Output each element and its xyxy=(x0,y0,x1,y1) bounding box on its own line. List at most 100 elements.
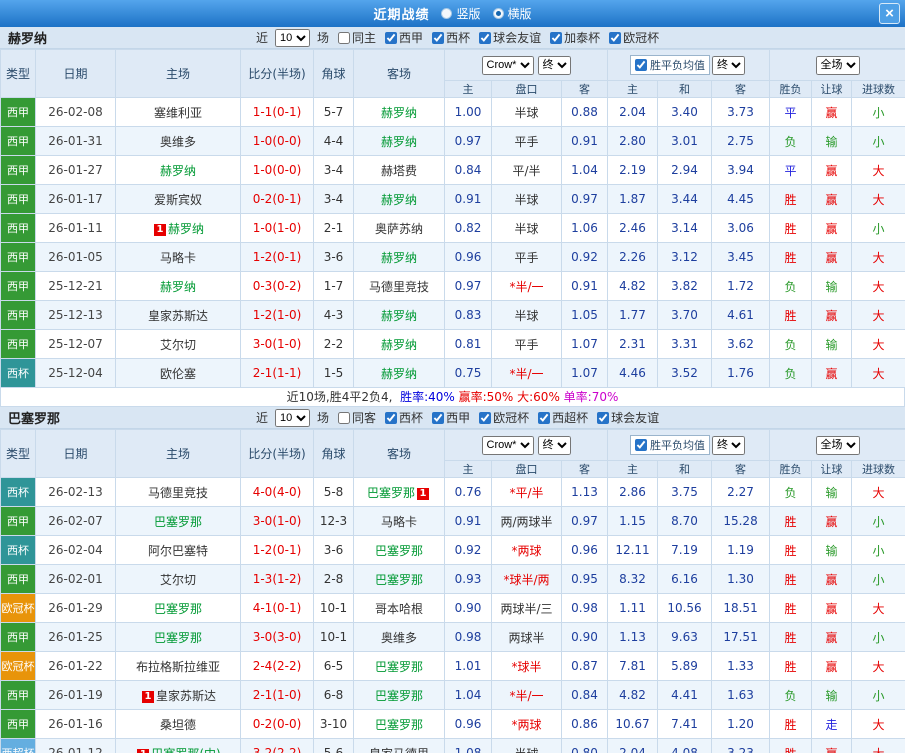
asia-away-odds: 1.04 xyxy=(560,155,609,185)
filter-checkbox[interactable]: 西杯 xyxy=(432,29,470,46)
match-row: 西甲 26-01-25 巴塞罗那 3-0(3-0) 10-1 奥维多 0.98 两球半 0.90… xyxy=(0,622,905,652)
away-team-name: 赫罗纳 xyxy=(380,366,417,381)
league-badge: 西甲 xyxy=(0,184,36,214)
filter-checkbox[interactable]: 西甲 xyxy=(385,29,423,46)
home-team: 阿尔巴塞特 xyxy=(115,535,241,565)
checkbox-label: 西杯 xyxy=(399,411,424,425)
fulltime-select[interactable]: 全场 xyxy=(815,55,860,75)
away-team-name: 赫罗纳 xyxy=(380,105,417,120)
handicap: *球半 xyxy=(491,651,562,681)
home-team-name: 艾尔切 xyxy=(159,572,196,587)
final-odds-select[interactable]: 终 xyxy=(712,55,746,75)
home-team: 艾尔切 xyxy=(115,329,241,359)
league-badge: 西甲 xyxy=(0,709,36,739)
match-row: 西甲 26-01-17 爱斯宾奴 0-2(0-1) 3-4 赫罗纳 0.91 半球 0.97 1.… xyxy=(0,184,905,214)
euro-away-odds: 4.45 xyxy=(711,184,771,214)
final-odds-select[interactable]: 终 xyxy=(537,435,571,455)
checkbox-input[interactable] xyxy=(635,59,648,71)
away-team-name: 巴塞罗那 xyxy=(374,717,423,732)
match-date: 26-02-04 xyxy=(35,535,116,565)
checkbox-input[interactable] xyxy=(432,31,445,44)
euro-home-odds: 8.32 xyxy=(607,564,659,594)
match-date: 26-01-11 xyxy=(35,213,116,243)
checkbox-input[interactable] xyxy=(538,411,551,424)
euro-draw-odds: 9.63 xyxy=(657,622,713,652)
filter-bar: 近 10 场 同主 西甲 西杯 球会友谊 加泰杯 欧冠杯 xyxy=(256,28,659,47)
filter-checkbox[interactable]: 加泰杯 xyxy=(550,29,600,46)
away-team: 巴塞罗那 xyxy=(353,680,445,710)
euro-home-odds: 4.82 xyxy=(607,680,659,710)
filter-checkbox[interactable]: 同客 xyxy=(338,409,376,426)
asia-odds-header-group: Crow* 终 xyxy=(443,429,609,461)
euro-draw-odds: 3.14 xyxy=(657,213,713,243)
sub-col-header: 主 xyxy=(607,80,659,98)
score: 3-2(2-2) xyxy=(240,738,314,753)
red-card-badge: 1 xyxy=(137,748,150,753)
away-team-name: 赫罗纳 xyxy=(380,337,417,352)
checkbox-input[interactable] xyxy=(432,411,445,424)
odds-company-select[interactable]: Crow* xyxy=(481,55,534,75)
layout-radio-horizontal[interactable]: 横版 xyxy=(492,5,532,22)
filter-checkbox[interactable]: 西杯 xyxy=(385,409,423,426)
checkbox-input[interactable] xyxy=(635,439,648,451)
fulltime-select[interactable]: 全场 xyxy=(815,435,860,455)
away-team-name: 巴塞罗那 xyxy=(374,688,423,703)
match-count-select[interactable]: 10 xyxy=(275,28,311,47)
match-count-select[interactable]: 10 xyxy=(275,408,311,427)
checkbox-input[interactable] xyxy=(550,31,563,44)
match-row: 西甲 26-01-11 1 赫罗纳 1-0(1-0) 2-1 奥萨苏纳 0.82 半球 1.06 2… xyxy=(0,213,905,243)
checkbox-input[interactable] xyxy=(479,411,492,424)
avg-odds-checkbox[interactable]: 胜平负均值 xyxy=(630,55,711,75)
asia-away-odds: 0.98 xyxy=(560,593,609,623)
asia-home-odds: 0.98 xyxy=(444,622,492,652)
match-date: 26-01-31 xyxy=(35,126,116,156)
final-odds-select[interactable]: 终 xyxy=(537,55,571,75)
checkbox-input[interactable] xyxy=(338,411,351,424)
sub-col-header: 胜负 xyxy=(769,460,813,478)
radio-label: 竖版 xyxy=(456,7,481,21)
home-team-name: 赫罗纳 xyxy=(167,221,204,236)
win-draw-loss-result: 负 xyxy=(769,358,813,388)
checkbox-input[interactable] xyxy=(385,31,398,44)
goals-over-under: 大 xyxy=(851,651,905,681)
col-header: 类型 xyxy=(0,49,36,98)
league-badge: 西甲 xyxy=(0,622,36,652)
match-date: 26-01-16 xyxy=(35,709,116,739)
filter-checkbox[interactable]: 球会友谊 xyxy=(479,29,541,46)
home-team: 塞维利亚 xyxy=(115,97,241,127)
euro-home-odds: 2.04 xyxy=(607,738,659,753)
score: 4-0(4-0) xyxy=(240,477,314,507)
away-team: 赫罗纳 xyxy=(353,242,445,272)
final-odds-select[interactable]: 终 xyxy=(712,435,746,455)
checkbox-input[interactable] xyxy=(479,31,492,44)
filter-checkbox[interactable]: 欧冠杯 xyxy=(479,409,529,426)
close-button[interactable]: × xyxy=(879,3,900,24)
checkbox-input[interactable] xyxy=(597,411,610,424)
odds-company-select[interactable]: Crow* xyxy=(481,435,534,455)
summary-part: 单率:70% xyxy=(563,390,619,404)
filter-checkbox[interactable]: 欧冠杯 xyxy=(609,29,659,46)
filter-checkbox[interactable]: 同主 xyxy=(338,29,376,46)
checkbox-input[interactable] xyxy=(385,411,398,424)
filter-checkbox[interactable]: 球会友谊 xyxy=(597,409,659,426)
filter-checkbox[interactable]: 西甲 xyxy=(432,409,470,426)
checkbox-input[interactable] xyxy=(609,31,622,44)
checkbox-input[interactable] xyxy=(338,31,351,44)
euro-home-odds: 2.80 xyxy=(607,126,659,156)
euro-draw-odds: 3.01 xyxy=(657,126,713,156)
sub-col-header: 主 xyxy=(607,460,659,478)
avg-odds-label: 胜平负均值 xyxy=(650,439,706,452)
euro-away-odds: 18.51 xyxy=(711,593,771,623)
handicap-result: 输 xyxy=(811,126,853,156)
asia-away-odds: 0.91 xyxy=(560,271,609,301)
match-date: 25-12-13 xyxy=(35,300,116,330)
layout-radio-vertical[interactable]: 竖版 xyxy=(441,5,481,22)
avg-odds-checkbox[interactable]: 胜平负均值 xyxy=(630,435,711,455)
asia-away-odds: 0.97 xyxy=(560,506,609,536)
away-team: 赫罗纳 xyxy=(353,184,445,214)
match-date: 26-01-22 xyxy=(35,651,116,681)
filter-checkbox[interactable]: 西超杯 xyxy=(538,409,588,426)
handicap: *半/一 xyxy=(491,271,562,301)
league-badge: 西超杯 xyxy=(0,738,36,753)
checkbox-label: 球会友谊 xyxy=(611,411,660,425)
